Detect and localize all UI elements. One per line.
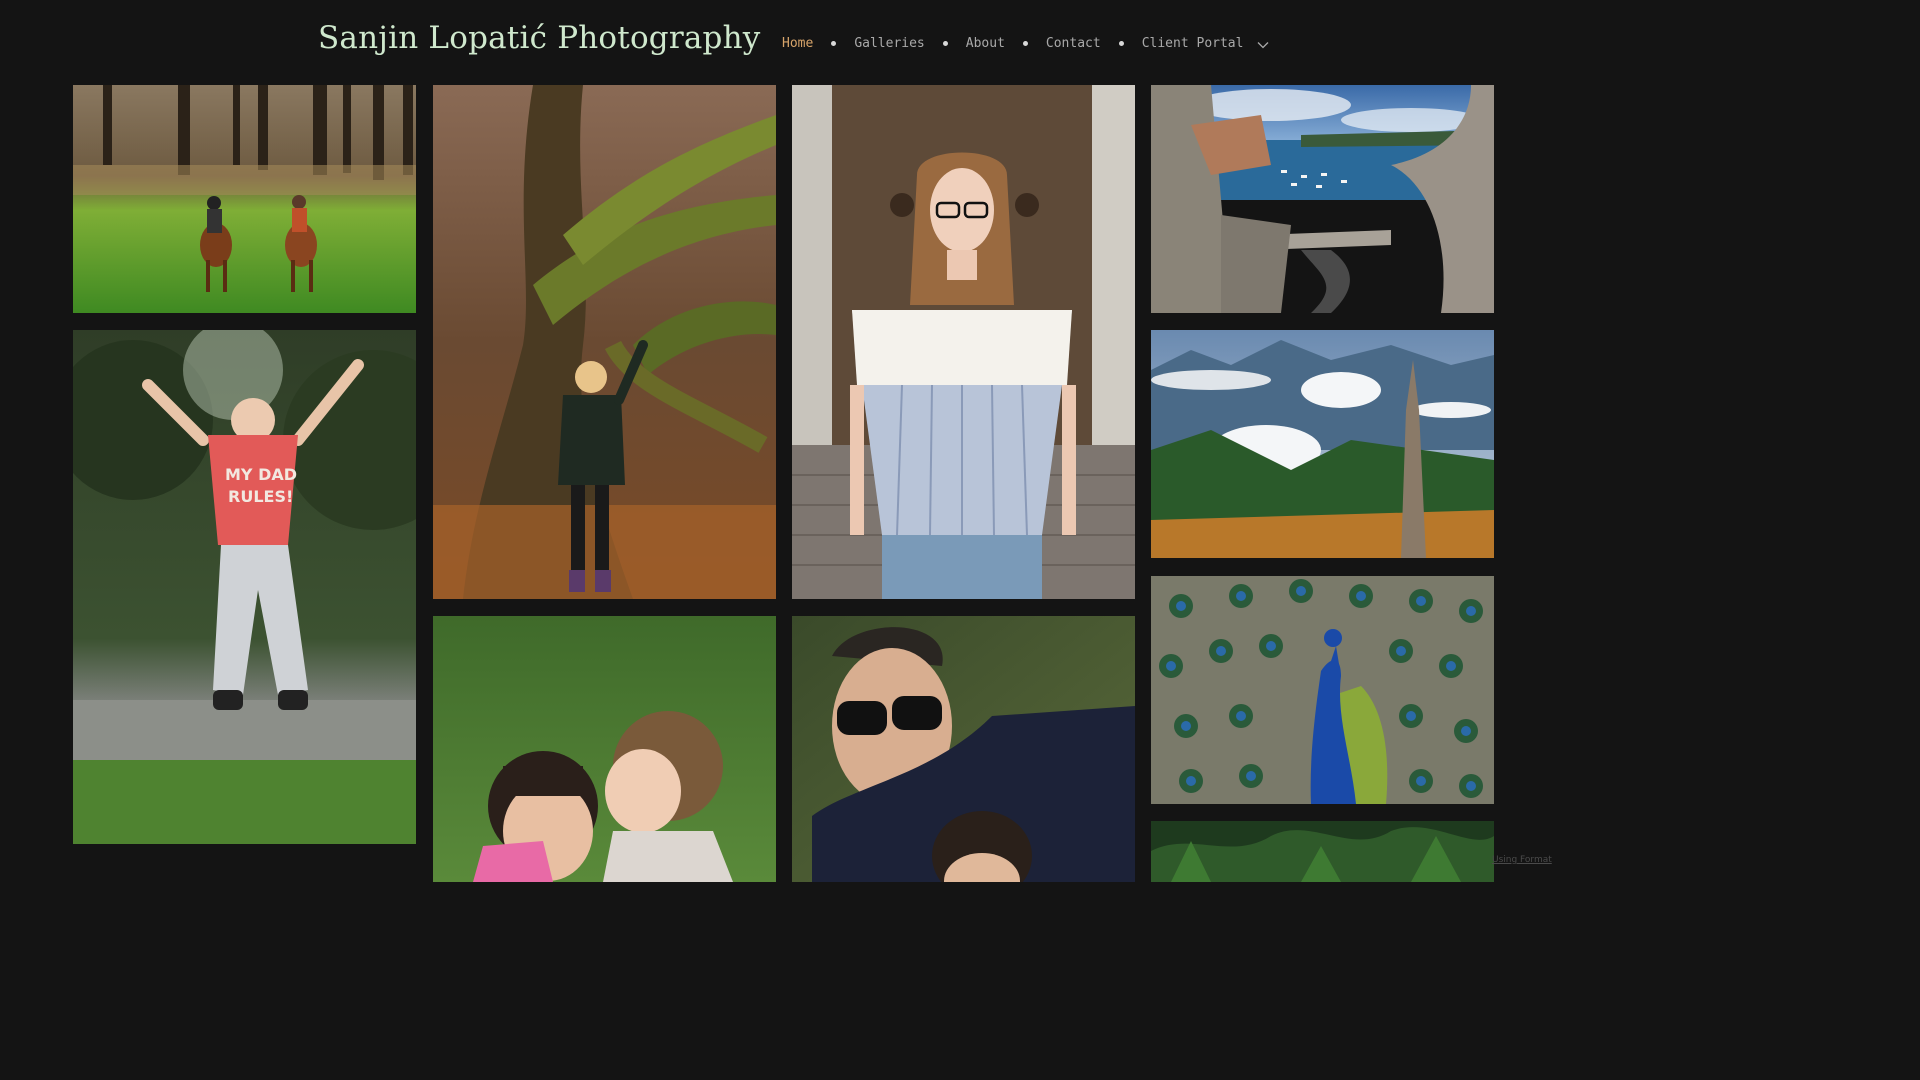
site-header: Sanjin Lopatić Photography Home Gallerie…: [0, 0, 1568, 84]
photo-mother-daughter[interactable]: [433, 616, 776, 882]
nav-galleries[interactable]: Galleries: [854, 36, 924, 51]
photo-dubrovnik-walls[interactable]: [1151, 85, 1494, 313]
main-nav: Home Galleries About Contact Client Port…: [782, 34, 1269, 52]
format-credit-link[interactable]: Using Format: [1492, 855, 1552, 865]
photo-couple-sunglasses[interactable]: [792, 616, 1135, 882]
nav-home[interactable]: Home: [782, 36, 813, 51]
photo-forest-ferns[interactable]: [1151, 821, 1494, 882]
photo-woman-portrait-door[interactable]: [792, 85, 1135, 599]
svg-text:RULES!: RULES!: [228, 487, 293, 506]
photo-woman-mossy-tree[interactable]: [433, 85, 776, 599]
chevron-down-icon[interactable]: [1257, 41, 1269, 49]
nav-separator: [831, 40, 837, 46]
nav-about[interactable]: About: [966, 36, 1005, 51]
svg-text:MY DAD: MY DAD: [225, 465, 297, 484]
nav-separator: [1118, 40, 1124, 46]
nav-client-portal[interactable]: Client Portal: [1142, 36, 1244, 51]
photo-mountain-valley[interactable]: [1151, 330, 1494, 558]
photo-boy-jumping[interactable]: MY DAD RULES!: [73, 330, 416, 844]
nav-separator: [942, 40, 948, 46]
photo-peacock[interactable]: [1151, 576, 1494, 804]
photo-horse-riders[interactable]: [73, 85, 416, 313]
nav-separator: [1022, 40, 1028, 46]
nav-contact[interactable]: Contact: [1046, 36, 1101, 51]
site-title[interactable]: Sanjin Lopatić Photography: [318, 20, 760, 56]
